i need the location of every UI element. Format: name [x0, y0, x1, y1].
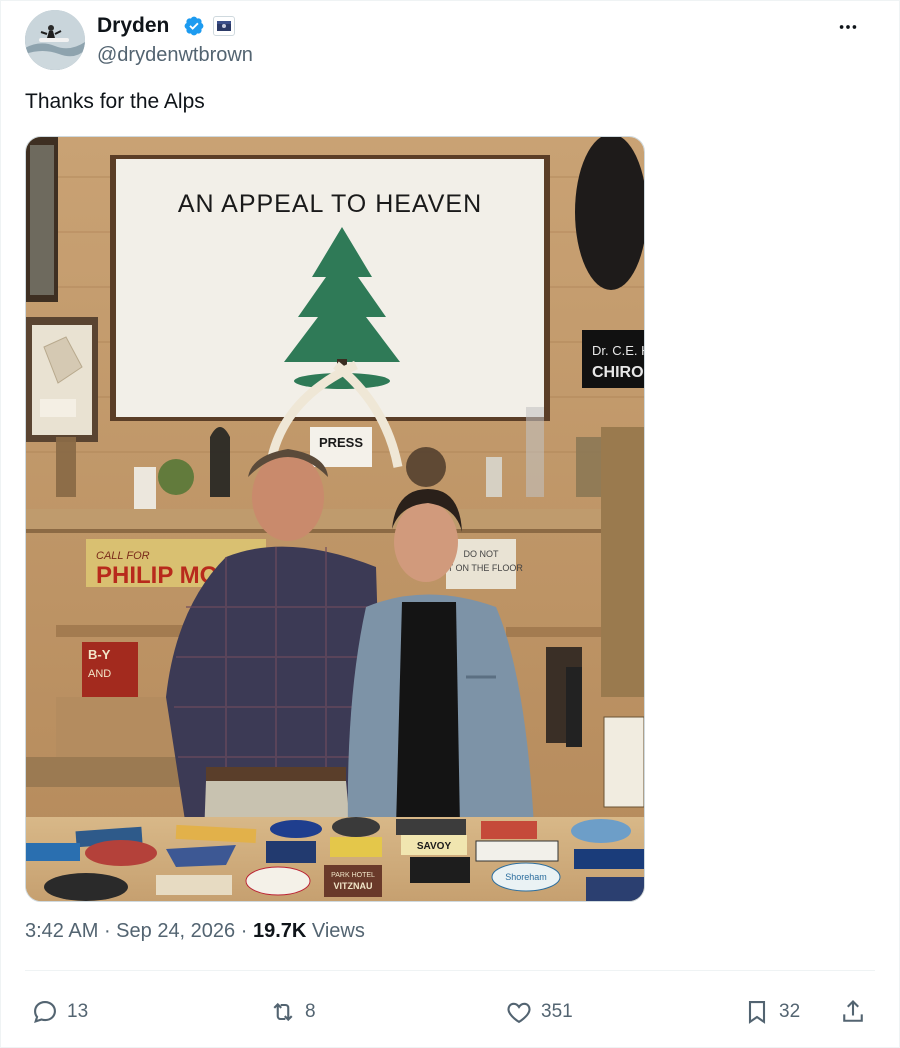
- repost-button[interactable]: 8: [269, 990, 316, 1034]
- banner-text: AN APPEAL TO HEAVEN: [178, 190, 482, 218]
- bookmark-count: 32: [779, 1001, 801, 1022]
- verified-badge-icon: [184, 16, 204, 36]
- like-count: 351: [541, 1001, 573, 1022]
- action-bar: 13 8 351 32: [25, 990, 875, 1034]
- board-text: B-Y: [88, 647, 111, 662]
- reply-icon: [34, 1001, 56, 1023]
- sign-top: Dr. C.E. H: [592, 343, 644, 358]
- tweet-time[interactable]: 3:42 AM: [25, 920, 98, 943]
- sign-bottom: CHIROP: [592, 364, 644, 381]
- sticker-vitz: VITZNAU: [334, 881, 373, 891]
- divider: [25, 970, 875, 971]
- press-sign: PRESS: [319, 435, 363, 450]
- like-button[interactable]: 351: [505, 990, 573, 1034]
- photo-scene: AN APPEAL TO HEAVEN Dr. C.E. H CHIROP PR…: [26, 137, 644, 901]
- poster-small: CALL FOR: [96, 550, 150, 562]
- more-icon: [839, 25, 857, 29]
- more-options-button[interactable]: [831, 12, 865, 42]
- bookmark-button[interactable]: 32: [743, 990, 800, 1034]
- tweet-meta: 3:42 AM · Sep 24, 2026 · 19.7K Views: [25, 920, 365, 943]
- sticker-shore: Shoreham: [505, 872, 547, 882]
- share-button[interactable]: [839, 990, 867, 1034]
- reply-button[interactable]: 13: [31, 990, 88, 1034]
- meta-separator: ·: [235, 920, 253, 942]
- meta-separator: ·: [98, 920, 117, 942]
- display-name[interactable]: Dryden: [97, 14, 169, 38]
- board-sub: AND: [88, 668, 111, 680]
- tweet-photo[interactable]: AN APPEAL TO HEAVEN Dr. C.E. H CHIROP PR…: [25, 136, 645, 902]
- share-icon: [843, 1000, 863, 1022]
- views-count: 19.7K: [252, 920, 307, 942]
- surfer-avatar-image: [25, 10, 85, 70]
- poster-big: PHILIP MO: [96, 562, 218, 589]
- views-label: Views: [306, 920, 365, 942]
- tweet-text: Thanks for the Alps: [25, 90, 205, 113]
- handle[interactable]: @drydenwtbrown: [97, 44, 253, 67]
- tweet-date[interactable]: Sep 24, 2026: [116, 920, 235, 943]
- tweet-header: Dryden @drydenwtbrown: [25, 10, 875, 72]
- repost-icon: [273, 1002, 293, 1022]
- flag-badge-icon: [213, 16, 235, 36]
- sticker-hotel: PARK HOTEL: [331, 872, 375, 879]
- reply-count: 13: [67, 1001, 89, 1022]
- sticker-savoy: SAVOY: [417, 841, 452, 852]
- avatar[interactable]: [25, 10, 85, 70]
- no-spit-text: DO NOT: [464, 549, 500, 559]
- bookmark-icon: [748, 1001, 766, 1024]
- repost-count: 8: [305, 1001, 316, 1022]
- heart-icon: [507, 1002, 531, 1024]
